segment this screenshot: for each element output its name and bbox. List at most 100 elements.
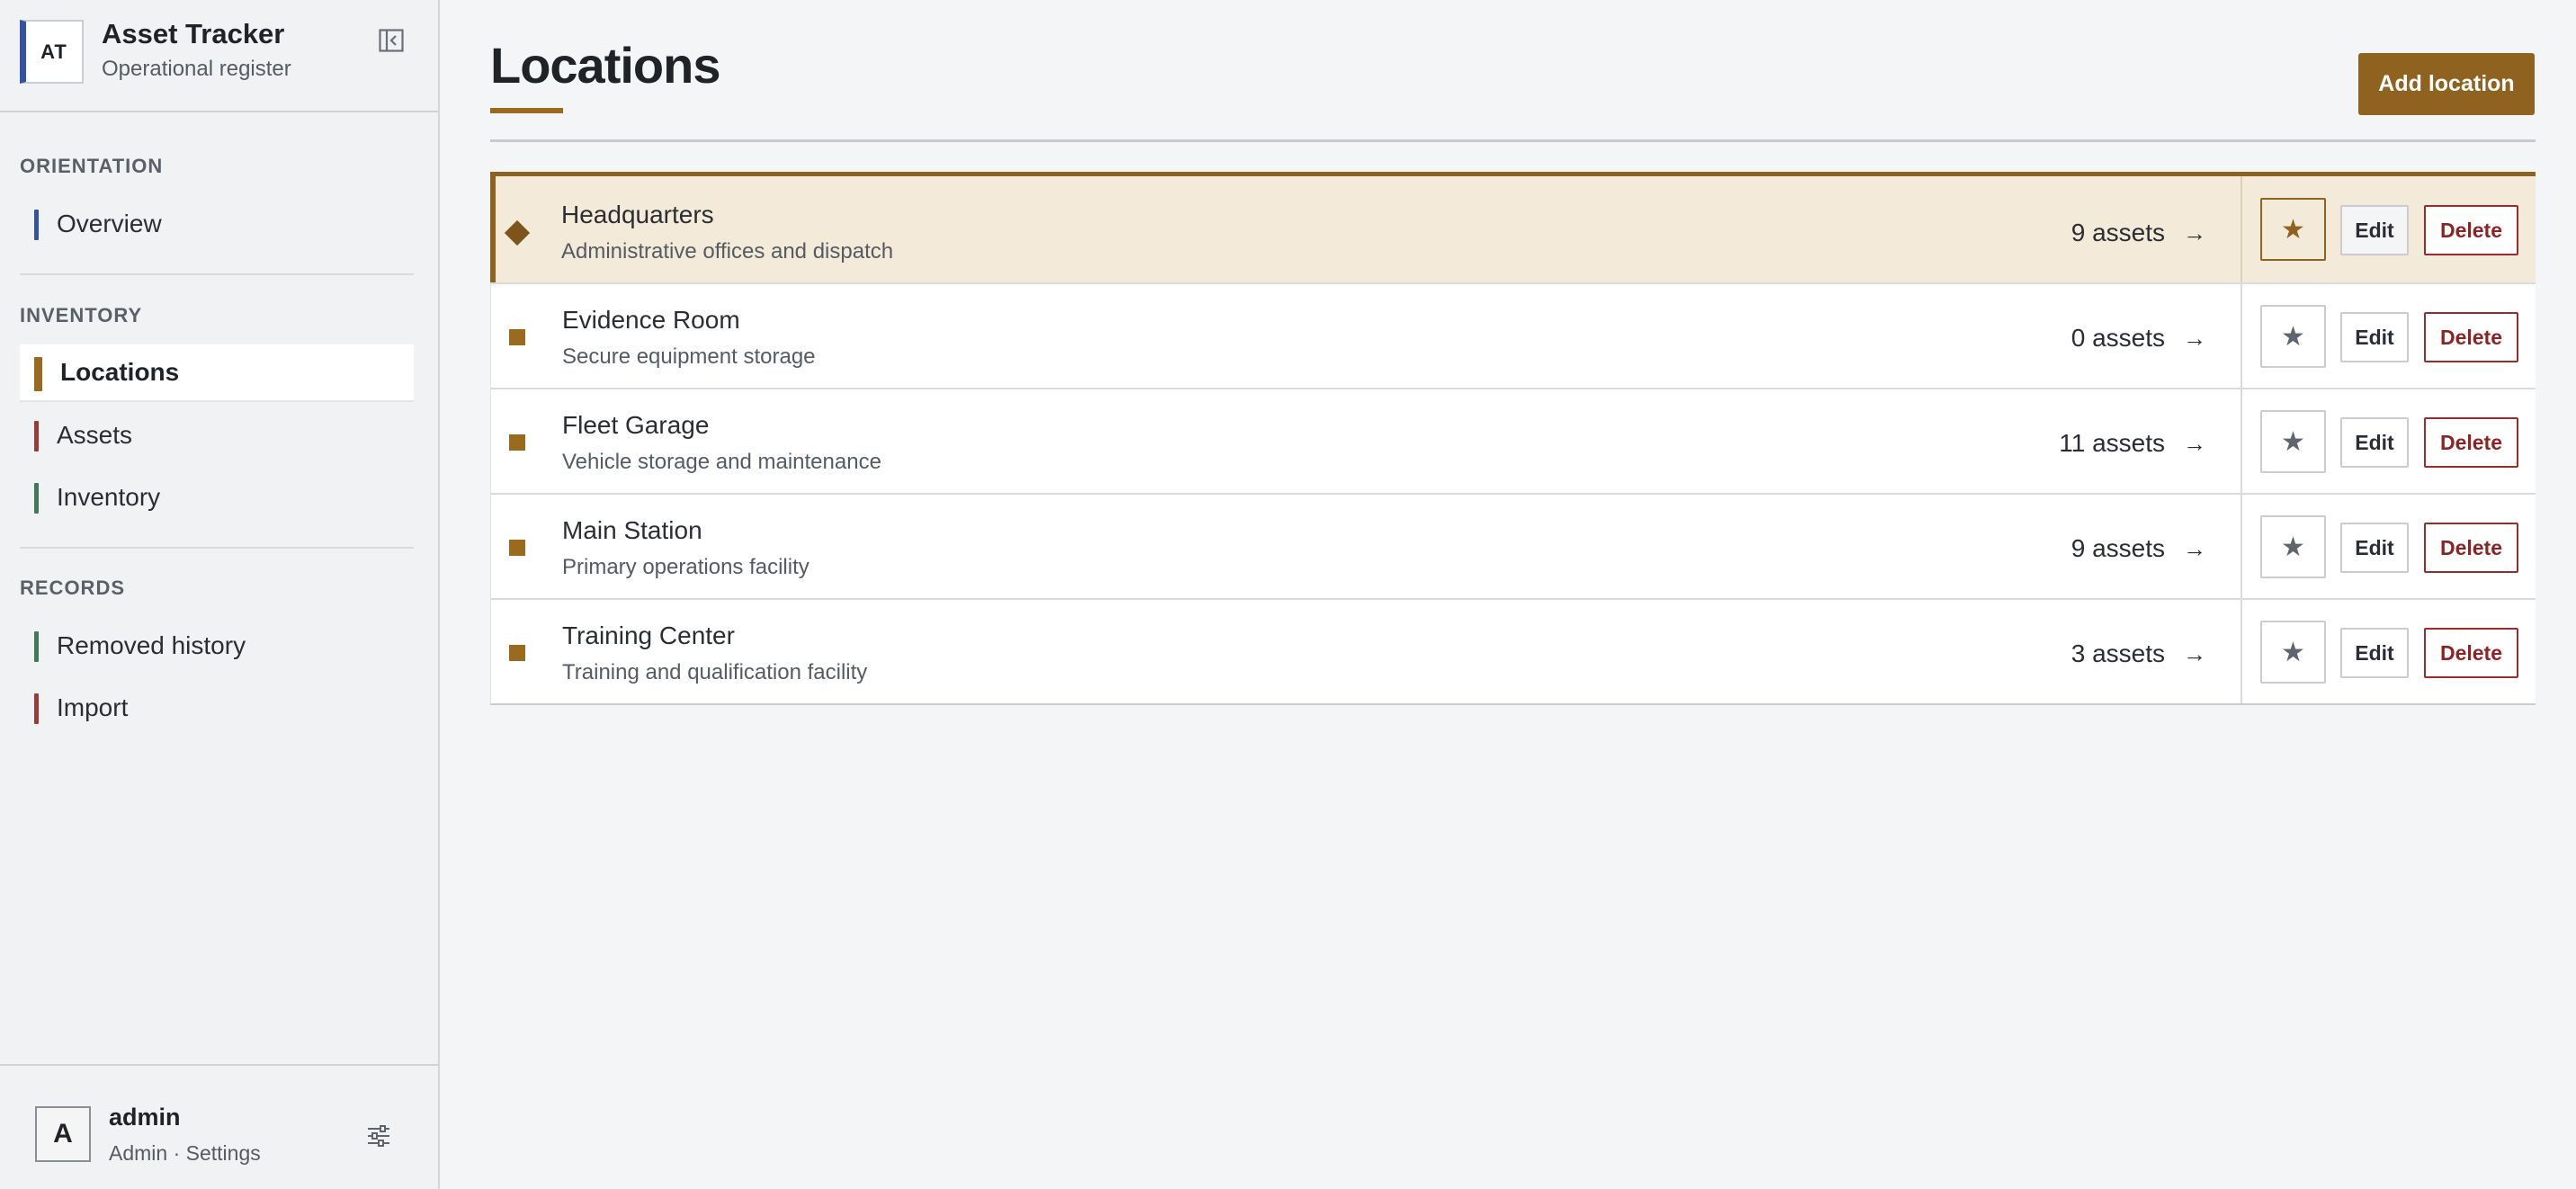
location-name: Headquarters [561, 201, 714, 228]
arrow-right-icon: → [2183, 324, 2206, 352]
location-row[interactable]: Training Center Training and qualificati… [490, 598, 2536, 703]
header-divider [490, 139, 2536, 142]
avatar[interactable]: A [35, 1106, 91, 1162]
star-icon: ★ [2281, 426, 2305, 457]
location-name: Evidence Room [562, 306, 740, 334]
user-name: admin [109, 1104, 181, 1131]
asset-count-link[interactable]: 9 assets → [2071, 534, 2206, 563]
nav-divider [20, 547, 414, 549]
row-actions: ★ Edit Delete [2241, 600, 2536, 703]
location-description: Secure equipment storage [562, 344, 816, 369]
star-icon: ★ [2281, 214, 2305, 245]
sliders-icon [368, 1125, 389, 1147]
delete-button[interactable]: Delete [2424, 312, 2518, 362]
asset-count: 9 assets [2071, 534, 2165, 562]
star-icon: ★ [2281, 321, 2305, 352]
locations-list: Headquarters Administrative offices and … [490, 172, 2536, 705]
sidebar-item-inventory[interactable]: Inventory [20, 469, 414, 526]
nav-color-bar [34, 210, 39, 240]
selected-diamond-icon [504, 219, 531, 246]
nav-color-bar [34, 357, 42, 391]
nav-color-bar [34, 483, 39, 514]
sidebar: AT Asset Tracker Operational register OR… [0, 0, 440, 1189]
user-panel: A admin Admin · Settings [0, 1064, 438, 1189]
favorite-button[interactable]: ★ [2260, 198, 2326, 261]
edit-button[interactable]: Edit [2340, 523, 2409, 573]
collapse-sidebar-icon [379, 29, 404, 52]
location-name: Fleet Garage [562, 411, 710, 439]
square-marker-icon [509, 329, 525, 345]
sidebar-item-label: Inventory [57, 483, 161, 511]
nav-section-orientation: ORIENTATION [20, 155, 164, 177]
favorite-button[interactable]: ★ [2260, 410, 2326, 473]
asset-count-link[interactable]: 0 assets → [2071, 324, 2206, 353]
edit-button[interactable]: Edit [2340, 205, 2409, 255]
nav-section-records: RECORDS [20, 577, 126, 599]
brand-header: AT Asset Tracker Operational register [0, 0, 438, 112]
delete-button[interactable]: Delete [2424, 523, 2518, 573]
favorite-button[interactable]: ★ [2260, 515, 2326, 578]
sidebar-item-assets[interactable]: Assets [20, 407, 414, 464]
brand-logo: AT [20, 20, 84, 84]
nav-section-inventory: INVENTORY [20, 304, 143, 326]
sidebar-item-label: Import [57, 693, 129, 721]
location-name: Training Center [562, 621, 735, 649]
user-role[interactable]: Admin · Settings [109, 1141, 261, 1166]
app-title: Asset Tracker [102, 18, 285, 49]
favorite-button[interactable]: ★ [2260, 621, 2326, 684]
sidebar-item-label: Assets [57, 421, 133, 449]
location-row[interactable]: Main Station Primary operations facility… [490, 493, 2536, 598]
sidebar-item-label: Overview [57, 210, 162, 237]
edit-button[interactable]: Edit [2340, 417, 2409, 468]
favorite-button[interactable]: ★ [2260, 305, 2326, 368]
row-actions: ★ Edit Delete [2241, 495, 2536, 598]
nav-color-bar [34, 693, 39, 724]
sidebar-item-label: Locations [60, 358, 180, 386]
asset-count-link[interactable]: 3 assets → [2071, 639, 2206, 668]
delete-button[interactable]: Delete [2424, 205, 2518, 255]
square-marker-icon [509, 434, 525, 451]
row-actions: ★ Edit Delete [2241, 284, 2536, 388]
delete-button[interactable]: Delete [2424, 417, 2518, 468]
nav-color-bar [34, 421, 39, 451]
sidebar-item-label: Removed history [57, 631, 246, 659]
arrow-right-icon: → [2183, 219, 2206, 246]
location-description: Primary operations facility [562, 555, 809, 579]
location-description: Vehicle storage and maintenance [562, 450, 881, 474]
sidebar-item-import[interactable]: Import [20, 679, 414, 737]
page-title: Locations [490, 37, 720, 94]
title-underline [490, 108, 563, 113]
asset-count: 0 assets [2071, 324, 2165, 352]
square-marker-icon [509, 540, 525, 556]
star-icon: ★ [2281, 532, 2305, 562]
asset-count-link[interactable]: 11 assets → [2059, 429, 2206, 458]
add-location-button[interactable]: Add location [2358, 53, 2535, 115]
app-subtitle: Operational register [102, 57, 291, 81]
location-row[interactable]: Evidence Room Secure equipment storage 0… [490, 282, 2536, 388]
arrow-right-icon: → [2183, 429, 2206, 457]
arrow-right-icon: → [2183, 639, 2206, 667]
square-marker-icon [509, 645, 525, 661]
asset-count: 9 assets [2071, 219, 2165, 246]
edit-button[interactable]: Edit [2340, 628, 2409, 678]
asset-count: 11 assets [2059, 429, 2165, 457]
settings-button[interactable] [361, 1118, 397, 1154]
location-description: Training and qualification facility [562, 660, 868, 684]
nav-divider [20, 273, 414, 275]
star-icon: ★ [2281, 637, 2305, 667]
delete-button[interactable]: Delete [2424, 628, 2518, 678]
collapse-sidebar-button[interactable] [372, 25, 410, 56]
location-row[interactable]: Fleet Garage Vehicle storage and mainten… [490, 388, 2536, 493]
edit-button[interactable]: Edit [2340, 312, 2409, 362]
asset-count: 3 assets [2071, 639, 2165, 667]
sidebar-item-locations[interactable]: Locations [20, 344, 414, 402]
asset-count-link[interactable]: 9 assets → [2071, 219, 2206, 247]
location-name: Main Station [562, 516, 702, 544]
location-row[interactable]: Headquarters Administrative offices and … [490, 172, 2536, 282]
sidebar-item-overview[interactable]: Overview [20, 195, 414, 253]
arrow-right-icon: → [2183, 534, 2206, 562]
location-description: Administrative offices and dispatch [561, 239, 894, 264]
nav-color-bar [34, 631, 39, 662]
row-actions: ★ Edit Delete [2241, 389, 2536, 493]
sidebar-item-removed-history[interactable]: Removed history [20, 617, 414, 675]
